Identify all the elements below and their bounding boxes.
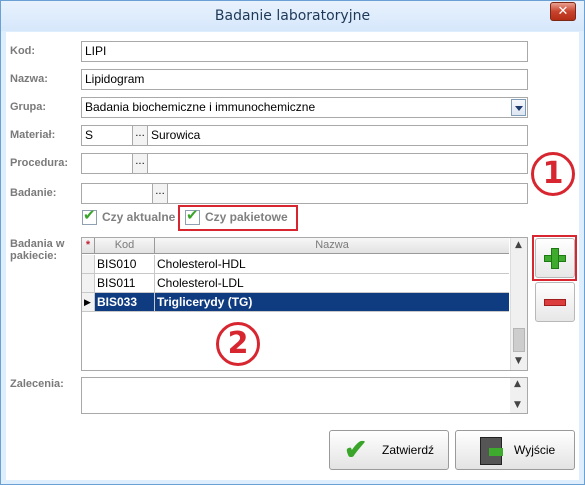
checkmark-icon: ✔: [83, 206, 96, 224]
nazwa-field[interactable]: Lipidogram: [81, 69, 528, 90]
row-kod: BIS010: [95, 255, 155, 273]
badanie-code-field[interactable]: [81, 183, 153, 204]
material-name-field: Surowica: [147, 125, 528, 146]
procedura-name-field: [147, 153, 528, 174]
row-nazwa: Triglicerydy (TG): [155, 293, 509, 311]
material-lookup-button[interactable]: ...: [132, 125, 148, 146]
table-row[interactable]: BIS011 Cholesterol-LDL: [82, 274, 509, 293]
dialog-window: Badanie laboratoryjne ✕ Kod: LIPI Nazwa:…: [0, 0, 585, 485]
annotation-marker-1: 1: [531, 152, 575, 196]
kod-label: Kod:: [10, 45, 36, 57]
grid-required-marker: *: [82, 238, 95, 254]
table-row[interactable]: BIS010 Cholesterol-HDL: [82, 255, 509, 274]
row-pointer-icon: ▶: [82, 293, 95, 311]
add-item-button[interactable]: [535, 238, 575, 278]
check-icon: ✔: [344, 434, 368, 465]
procedura-label: Procedura:: [10, 157, 69, 169]
package-tests-grid[interactable]: * Kod Nazwa BIS010 Cholesterol-HDL BIS01…: [81, 237, 528, 371]
plus-icon: [551, 248, 559, 269]
czy-pakietowe-label: Czy pakietowe: [205, 210, 288, 224]
procedura-code-field[interactable]: [81, 153, 133, 174]
chevron-down-icon[interactable]: ▼: [515, 356, 522, 366]
close-icon: ✕: [557, 4, 569, 19]
exit-label: Wyjście: [514, 443, 556, 457]
confirm-button[interactable]: ✔ Zatwierdź: [329, 430, 449, 470]
dialog-body: Kod: LIPI Nazwa: Lipidogram Grupa: Badan…: [6, 32, 579, 480]
remove-item-button[interactable]: [535, 282, 575, 322]
chevron-down-icon[interactable]: [511, 99, 526, 116]
badanie-name-field: [167, 183, 528, 204]
grupa-label: Grupa:: [10, 101, 47, 113]
zalecenia-textarea[interactable]: ▲ ▼: [81, 377, 528, 414]
exit-door-icon: [480, 437, 503, 465]
annotation-marker-2: 2: [216, 322, 260, 366]
material-label: Materiał:: [10, 129, 56, 141]
confirm-label: Zatwierdź: [382, 443, 435, 457]
window-title: Badanie laboratoryjne: [214, 8, 371, 24]
procedura-lookup-button[interactable]: ...: [132, 153, 148, 174]
material-code-field[interactable]: S: [81, 125, 133, 146]
badanie-label: Badanie:: [10, 187, 57, 199]
kod-field[interactable]: LIPI: [81, 41, 528, 62]
badanie-lookup-button[interactable]: ...: [152, 183, 168, 204]
row-kod: BIS011: [95, 274, 155, 292]
badania-w-pakiecie-label: Badania w pakiecie:: [10, 238, 65, 262]
row-nazwa: Cholesterol-HDL: [157, 257, 246, 271]
grupa-value: Badania biochemiczne i immunochemiczne: [85, 100, 316, 114]
row-kod: BIS033: [95, 293, 155, 311]
czy-aktualne-checkbox[interactable]: ✔ Czy aktualne: [82, 206, 177, 227]
minus-icon: [544, 299, 566, 306]
table-row-selected[interactable]: ▶ BIS033 Triglicerydy (TG): [82, 293, 509, 312]
grid-header-kod[interactable]: Kod: [95, 238, 155, 254]
title-bar: Badanie laboratoryjne ✕: [1, 1, 584, 31]
checkmark-icon: ✔: [186, 206, 199, 224]
grid-header-nazwa[interactable]: Nazwa: [155, 238, 509, 254]
zalecenia-label: Zalecenia:: [10, 378, 64, 390]
exit-button[interactable]: Wyjście: [455, 430, 575, 470]
czy-pakietowe-checkbox[interactable]: ✔ Czy pakietowe: [185, 206, 295, 227]
czy-aktualne-label: Czy aktualne: [102, 210, 176, 224]
grid-scrollbar[interactable]: ▲ ▼: [510, 238, 527, 370]
grupa-combobox[interactable]: Badania biochemiczne i immunochemiczne: [81, 97, 528, 118]
chevron-up-icon[interactable]: ▲: [515, 240, 522, 250]
nazwa-label: Nazwa:: [10, 73, 48, 85]
grid-header: * Kod Nazwa: [82, 238, 509, 254]
scrollbar-thumb[interactable]: [513, 328, 525, 352]
row-nazwa: Cholesterol-LDL: [157, 276, 244, 290]
chevron-up-icon[interactable]: ▲: [514, 379, 521, 389]
memo-scrollbar[interactable]: ▲ ▼: [510, 378, 527, 413]
close-button[interactable]: ✕: [550, 2, 576, 21]
row-indicator: [82, 274, 95, 292]
row-indicator: [82, 255, 95, 273]
chevron-down-icon[interactable]: ▼: [514, 400, 521, 410]
